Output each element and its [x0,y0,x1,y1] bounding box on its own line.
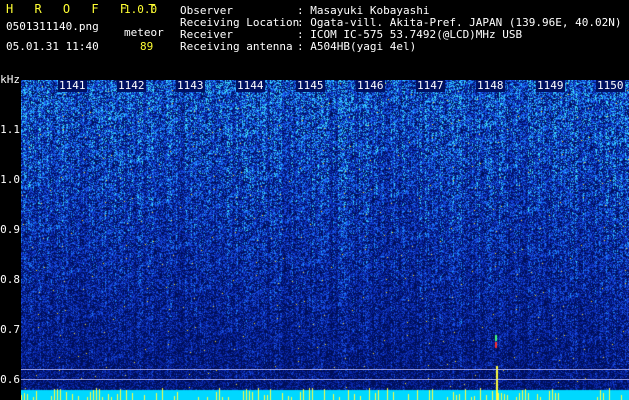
tick-label: 1.1 [0,123,20,136]
file-datetime: 05.01.31 11:40 [6,40,99,53]
minute-label: 1146 [356,79,385,92]
reference-line [21,369,629,370]
minute-label: 1142 [117,79,146,92]
antenna-value: : A504HB(yagi 4el) [297,40,417,53]
meteor-label: meteor [124,26,164,39]
minute-label: 1144 [236,79,265,92]
minute-label: 1148 [476,79,505,92]
spectrogram-canvas [21,80,629,400]
tick-label: 0.9 [0,223,20,236]
minute-label: 1147 [416,79,445,92]
minute-label: 1143 [176,79,205,92]
minute-label: 1149 [536,79,565,92]
reference-line [21,379,629,380]
tick-label: 1.0 [0,173,20,186]
axis-unit: kHz [0,73,20,86]
tick-label: 0.6 [0,373,20,386]
file-name: 0501311140.png [6,20,99,33]
minute-label: 1150 [596,79,625,92]
tick-label: 0.8 [0,273,20,286]
minute-label: 1145 [296,79,325,92]
meteor-count: 89 [140,40,154,53]
antenna-label: Receiving antenna [180,40,293,53]
tick-label: 0.7 [0,323,20,336]
app-version: 1.0.0 [124,3,158,16]
minute-label: 1141 [58,79,87,92]
